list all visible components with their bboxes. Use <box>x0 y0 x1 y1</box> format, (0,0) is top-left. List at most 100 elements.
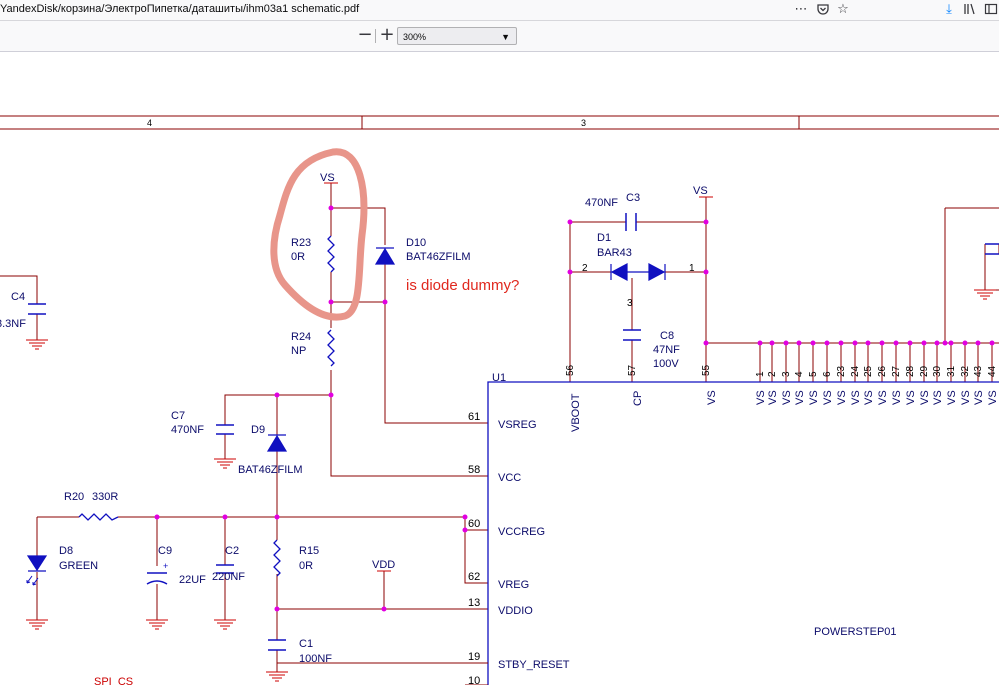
net-spi-cs-label: SPI_CS <box>94 676 133 685</box>
vs-pin-number: 43 <box>973 365 984 377</box>
drawing-frame: 4 3 <box>0 115 999 130</box>
pin-number: 13 <box>468 597 480 609</box>
net-vs-label: VS <box>320 172 335 184</box>
pin-name: VREG <box>498 579 529 591</box>
pin-name: VDDIO <box>498 605 533 617</box>
toolbar-divider <box>375 29 376 43</box>
c3-symbol <box>625 213 637 231</box>
library-icon[interactable] <box>962 2 978 18</box>
pin-name: VCCREG <box>498 526 545 538</box>
d8-value: GREEN <box>59 560 98 572</box>
vs-pin-name: VS <box>960 390 972 405</box>
c9-polarity: + <box>163 561 168 571</box>
sidebar-icon[interactable] <box>983 2 999 18</box>
pin-number: 57 <box>627 364 638 376</box>
zoom-out-button[interactable]: − <box>355 26 375 46</box>
r20-symbol <box>78 513 119 521</box>
vs-pin-name: VS <box>822 390 834 405</box>
d9-symbol <box>266 434 288 452</box>
vs-pin-name: VS <box>987 390 999 405</box>
pdf-toolbar: − + 300% ▼ <box>0 21 999 52</box>
vs-pin-number: 2 <box>767 371 778 377</box>
vs-pin-name: VS <box>781 390 793 405</box>
pin-name: CP <box>632 391 644 406</box>
pin-number: 10 <box>468 675 480 685</box>
vs-pin-name: VS <box>808 390 820 405</box>
vs-pin-number: 24 <box>850 365 861 377</box>
ic-name: POWERSTEP01 <box>814 626 897 638</box>
vs-pin-number: 30 <box>932 365 943 377</box>
vs-pin-name: VS <box>794 390 806 405</box>
chevron-down-icon: ▼ <box>501 32 510 42</box>
pin-name: VBOOT <box>570 393 582 432</box>
resistors <box>78 235 335 577</box>
r24-symbol <box>327 329 335 367</box>
pdf-page: 4 3 + R23 0R D10 BAT46ZFILM R24 NP C7 47… <box>0 52 999 688</box>
c8-symbol <box>623 329 641 341</box>
led-arrows <box>26 575 39 586</box>
vs-pin-name: VS <box>932 390 944 405</box>
vs-pin-number: 27 <box>891 365 902 377</box>
vs-pin-name: VS <box>850 390 862 405</box>
pin-number: 19 <box>468 651 480 663</box>
vs-pin-number: 5 <box>808 371 819 377</box>
frame-col-label: 4 <box>147 118 152 128</box>
ic-u1-body <box>487 381 999 685</box>
vs-pin-number: 28 <box>905 365 916 377</box>
c3-value: 470NF <box>585 197 618 209</box>
vs-pin-name: VS <box>973 390 985 405</box>
vs-pin-name: VS <box>891 390 903 405</box>
c9-ref: C9 <box>158 545 172 557</box>
c4-symbol <box>28 303 46 315</box>
pocket-icon[interactable] <box>815 2 831 18</box>
vs-pin-number: 4 <box>794 371 805 377</box>
schematic-drawing: 4 3 + R23 0R D10 BAT46ZFILM R24 NP C7 47… <box>0 115 999 688</box>
r15-value: 0R <box>299 560 313 572</box>
browser-toolbar: YandexDisk/корзина/ЭлектроПипетка/даташи… <box>0 0 999 21</box>
pin-name: STBY_RESET <box>498 659 570 671</box>
vs-pin-name: VS <box>755 390 767 405</box>
pin-number: 55 <box>701 364 712 376</box>
vs-pin-name: VS <box>767 390 779 405</box>
c8-value: 47NF <box>653 344 680 356</box>
zoom-select[interactable]: 300% ▼ <box>397 27 517 45</box>
r24-value: NP <box>291 345 306 357</box>
c1-symbol <box>268 639 286 651</box>
url-field[interactable]: YandexDisk/корзина/ЭлектроПипетка/даташи… <box>0 3 359 15</box>
power-flags <box>324 182 713 572</box>
zoom-in-button[interactable]: + <box>377 26 397 46</box>
c3-ref: C3 <box>626 192 640 204</box>
d8-symbol <box>26 555 48 572</box>
annotation-text: is diode dummy? <box>406 277 519 294</box>
c1-value: 100NF <box>299 653 332 665</box>
d8-ref: D8 <box>59 545 73 557</box>
d1-pin-numbers: 2 1 3 <box>582 263 695 309</box>
vs-pin-number: 23 <box>836 365 847 377</box>
cap-partial-symbol <box>985 243 999 255</box>
c1-ref: C1 <box>299 638 313 650</box>
c9-symbol <box>146 572 168 585</box>
d1-symbol <box>610 263 666 281</box>
svg-text:2: 2 <box>582 263 588 274</box>
r15-symbol <box>273 539 281 577</box>
r20-value: 330R <box>92 491 118 503</box>
pin-number: 58 <box>468 464 480 476</box>
component-labels: R23 0R D10 BAT46ZFILM R24 NP C7 470NF D9… <box>0 172 708 665</box>
d9-ref: D9 <box>251 424 265 436</box>
vs-pin-number: 6 <box>822 371 833 377</box>
vs-pin-name: VS <box>946 390 958 405</box>
svg-text:3: 3 <box>627 298 633 309</box>
r23-ref: R23 <box>291 237 311 249</box>
net-vdd-label: VDD <box>372 559 395 571</box>
pin-number: 56 <box>565 364 576 376</box>
vs-pin-name: VS <box>919 390 931 405</box>
ic-ref: U1 <box>492 372 506 384</box>
vs-pin-number: 25 <box>863 365 874 377</box>
c7-value: 470NF <box>171 424 204 436</box>
r24-ref: R24 <box>291 331 311 343</box>
bookmark-star-icon[interactable]: ☆ <box>835 2 851 18</box>
download-icon[interactable]: ⤓ <box>941 2 957 18</box>
d10-symbol <box>374 247 396 265</box>
more-icon[interactable]: ⋯ <box>793 2 809 18</box>
d1-value: BAR43 <box>597 247 632 259</box>
